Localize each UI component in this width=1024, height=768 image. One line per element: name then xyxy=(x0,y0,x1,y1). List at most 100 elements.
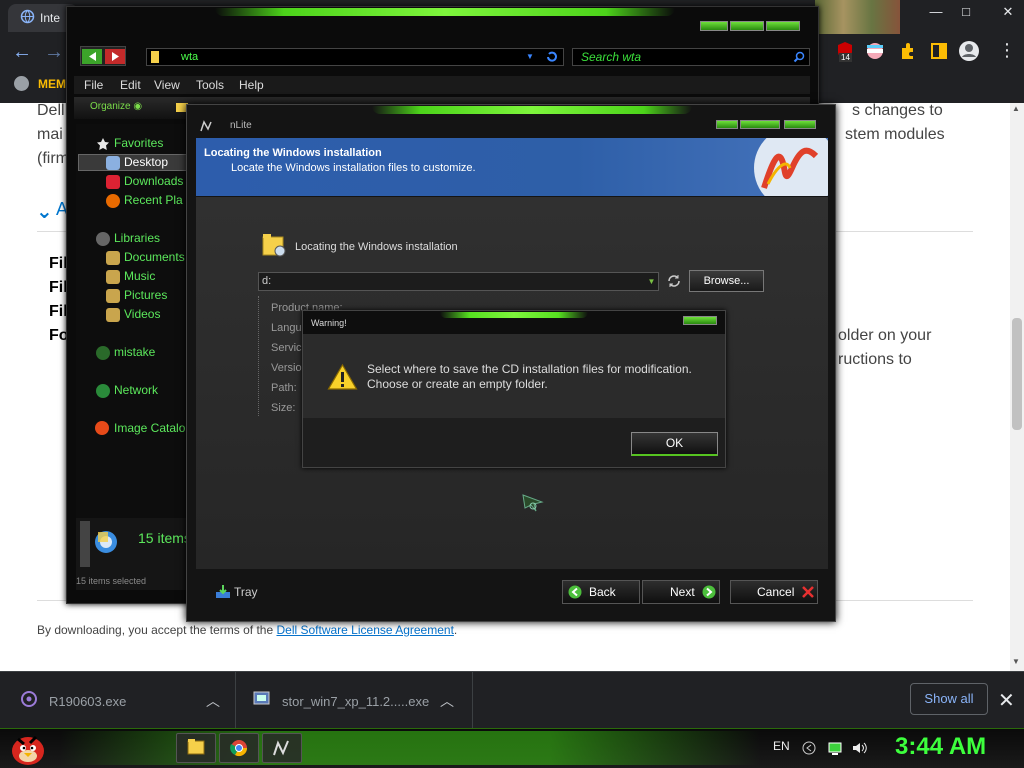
show-all-button[interactable]: Show all xyxy=(910,683,988,715)
nav-image-catalog[interactable]: Image Catalo xyxy=(114,421,185,435)
language-indicator[interactable]: EN xyxy=(773,739,790,753)
nav-downloads[interactable]: Downloads xyxy=(124,174,183,188)
menu-edit[interactable]: Edit xyxy=(120,78,141,92)
maximize-button[interactable] xyxy=(740,120,780,129)
ok-button[interactable]: OK xyxy=(631,432,718,456)
menu-view[interactable]: View xyxy=(154,78,180,92)
section-label: Locating the Windows installation xyxy=(295,241,458,253)
nav-recent[interactable]: Recent Pla xyxy=(124,193,183,207)
back-button[interactable]: Back xyxy=(562,580,640,604)
nav-buttons xyxy=(80,46,126,66)
taskbar-explorer-button[interactable] xyxy=(176,733,216,763)
download-item[interactable]: stor_win7_xp_11.2.....exe ︿ xyxy=(237,672,473,729)
close-button[interactable] xyxy=(766,21,800,31)
tab-title: Inte xyxy=(40,11,61,25)
nav-network[interactable]: Network xyxy=(114,383,158,397)
wizard-subtitle: Locate the Windows installation files to… xyxy=(231,162,476,174)
files-stack-icon xyxy=(92,528,120,556)
back-arrow-icon xyxy=(568,585,582,599)
field-group-bracket xyxy=(258,296,259,416)
volume-icon[interactable] xyxy=(852,741,868,755)
taskbar-chrome-button[interactable] xyxy=(219,733,259,763)
minimize-button[interactable] xyxy=(700,21,728,31)
menu-file[interactable]: File xyxy=(84,78,103,92)
videos-icon xyxy=(106,308,120,322)
folder-search-icon xyxy=(261,231,289,259)
taskbar-nlite-button[interactable] xyxy=(262,733,302,763)
taskbar-clock[interactable]: 3:44 AM xyxy=(895,733,986,761)
nav-documents[interactable]: Documents xyxy=(124,250,185,264)
address-dropdown-icon[interactable]: ▼ xyxy=(526,52,534,61)
close-button[interactable] xyxy=(683,316,717,325)
window-glow xyxy=(215,8,675,16)
puzzle-extensions-icon[interactable] xyxy=(896,40,918,62)
action-center-icon[interactable] xyxy=(828,741,842,755)
start-button-angry-bird-icon[interactable] xyxy=(8,729,48,767)
cancel-button[interactable]: Cancel xyxy=(730,580,818,604)
menu-help[interactable]: Help xyxy=(239,78,264,92)
license-notice: By downloading, you accept the terms of … xyxy=(37,623,458,637)
nav-homegroup[interactable]: mistake xyxy=(114,345,155,359)
downloads-icon xyxy=(106,175,120,189)
forward-arrow-icon[interactable]: → xyxy=(44,42,66,64)
installation-path-dropdown[interactable]: d: xyxy=(258,272,659,291)
close-window-icon[interactable]: ✕ xyxy=(996,2,1020,24)
scroll-down-icon[interactable]: ▼ xyxy=(1012,657,1020,666)
menu-tools[interactable]: Tools xyxy=(196,78,224,92)
next-button[interactable]: Next xyxy=(642,580,720,604)
nav-videos[interactable]: Videos xyxy=(124,307,160,321)
ublock-extension-icon[interactable]: 14 xyxy=(834,40,856,62)
field-path: Path: xyxy=(271,382,297,394)
expand-chevron-icon[interactable]: ⌄ xyxy=(36,199,53,224)
window-glow xyxy=(372,106,692,114)
download-item[interactable]: R190603.exe ︿ xyxy=(0,672,236,729)
browse-button[interactable]: Browse... xyxy=(689,270,764,292)
page-text-line: older on your xyxy=(838,327,932,344)
back-arrow-icon[interactable]: ← xyxy=(12,42,34,64)
tray-link[interactable]: Tray xyxy=(234,585,258,599)
dropdown-arrow-icon[interactable]: ▼ xyxy=(645,273,658,290)
chevron-up-icon[interactable]: ︿ xyxy=(440,691,454,711)
license-agreement-link[interactable]: Dell Software License Agreement xyxy=(276,623,453,637)
maximize-button[interactable] xyxy=(730,21,764,31)
close-button[interactable] xyxy=(784,120,816,129)
chevron-up-icon[interactable]: ︿ xyxy=(206,691,220,711)
nav-libraries[interactable]: Libraries xyxy=(114,231,160,245)
nav-desktop[interactable]: Desktop xyxy=(124,155,168,169)
file-row-label: Fil xyxy=(49,279,68,296)
organize-button[interactable]: Organize ◉ xyxy=(90,101,142,112)
nlite-icon xyxy=(273,740,289,756)
search-icon[interactable] xyxy=(793,51,805,63)
more-menu-icon[interactable]: ⋮ xyxy=(996,40,1018,62)
tray-arrow-icon[interactable] xyxy=(802,741,816,755)
nav-pictures[interactable]: Pictures xyxy=(124,288,167,302)
file-row-label: Fil xyxy=(49,255,68,272)
bookmark-item[interactable]: MEM xyxy=(38,77,66,91)
maximize-window-icon[interactable]: □ xyxy=(954,2,978,24)
address-bar[interactable]: wta xyxy=(146,48,564,66)
refresh-icon[interactable] xyxy=(545,50,559,64)
side-panel-icon[interactable] xyxy=(928,40,950,62)
scrollbar-thumb[interactable] xyxy=(1012,318,1022,430)
nav-music[interactable]: Music xyxy=(124,269,155,283)
libraries-icon xyxy=(96,232,110,246)
download-filename: R190603.exe xyxy=(49,694,127,709)
star-icon xyxy=(96,137,110,151)
dialog-message: Choose or create an empty folder. xyxy=(367,377,548,391)
desktop-icon xyxy=(106,156,120,170)
page-text-line: Dell xyxy=(37,102,65,119)
scroll-up-icon[interactable]: ▲ xyxy=(1012,104,1020,113)
busy-cursor-icon xyxy=(522,494,546,512)
field-language: Langu xyxy=(271,322,302,334)
nav-favorites[interactable]: Favorites xyxy=(114,136,163,150)
profile-avatar-icon[interactable] xyxy=(958,40,980,62)
item-count: 15 items xyxy=(138,530,191,546)
recent-icon xyxy=(106,194,120,208)
search-input[interactable]: Search wta xyxy=(572,48,810,66)
close-shelf-icon[interactable]: ✕ xyxy=(998,688,1015,713)
minimize-button[interactable] xyxy=(716,120,738,129)
flag-extension-icon[interactable] xyxy=(864,40,886,62)
minimize-window-icon[interactable]: — xyxy=(924,2,948,24)
refresh-icon[interactable] xyxy=(666,273,682,289)
file-row-label: Fil xyxy=(49,303,68,320)
